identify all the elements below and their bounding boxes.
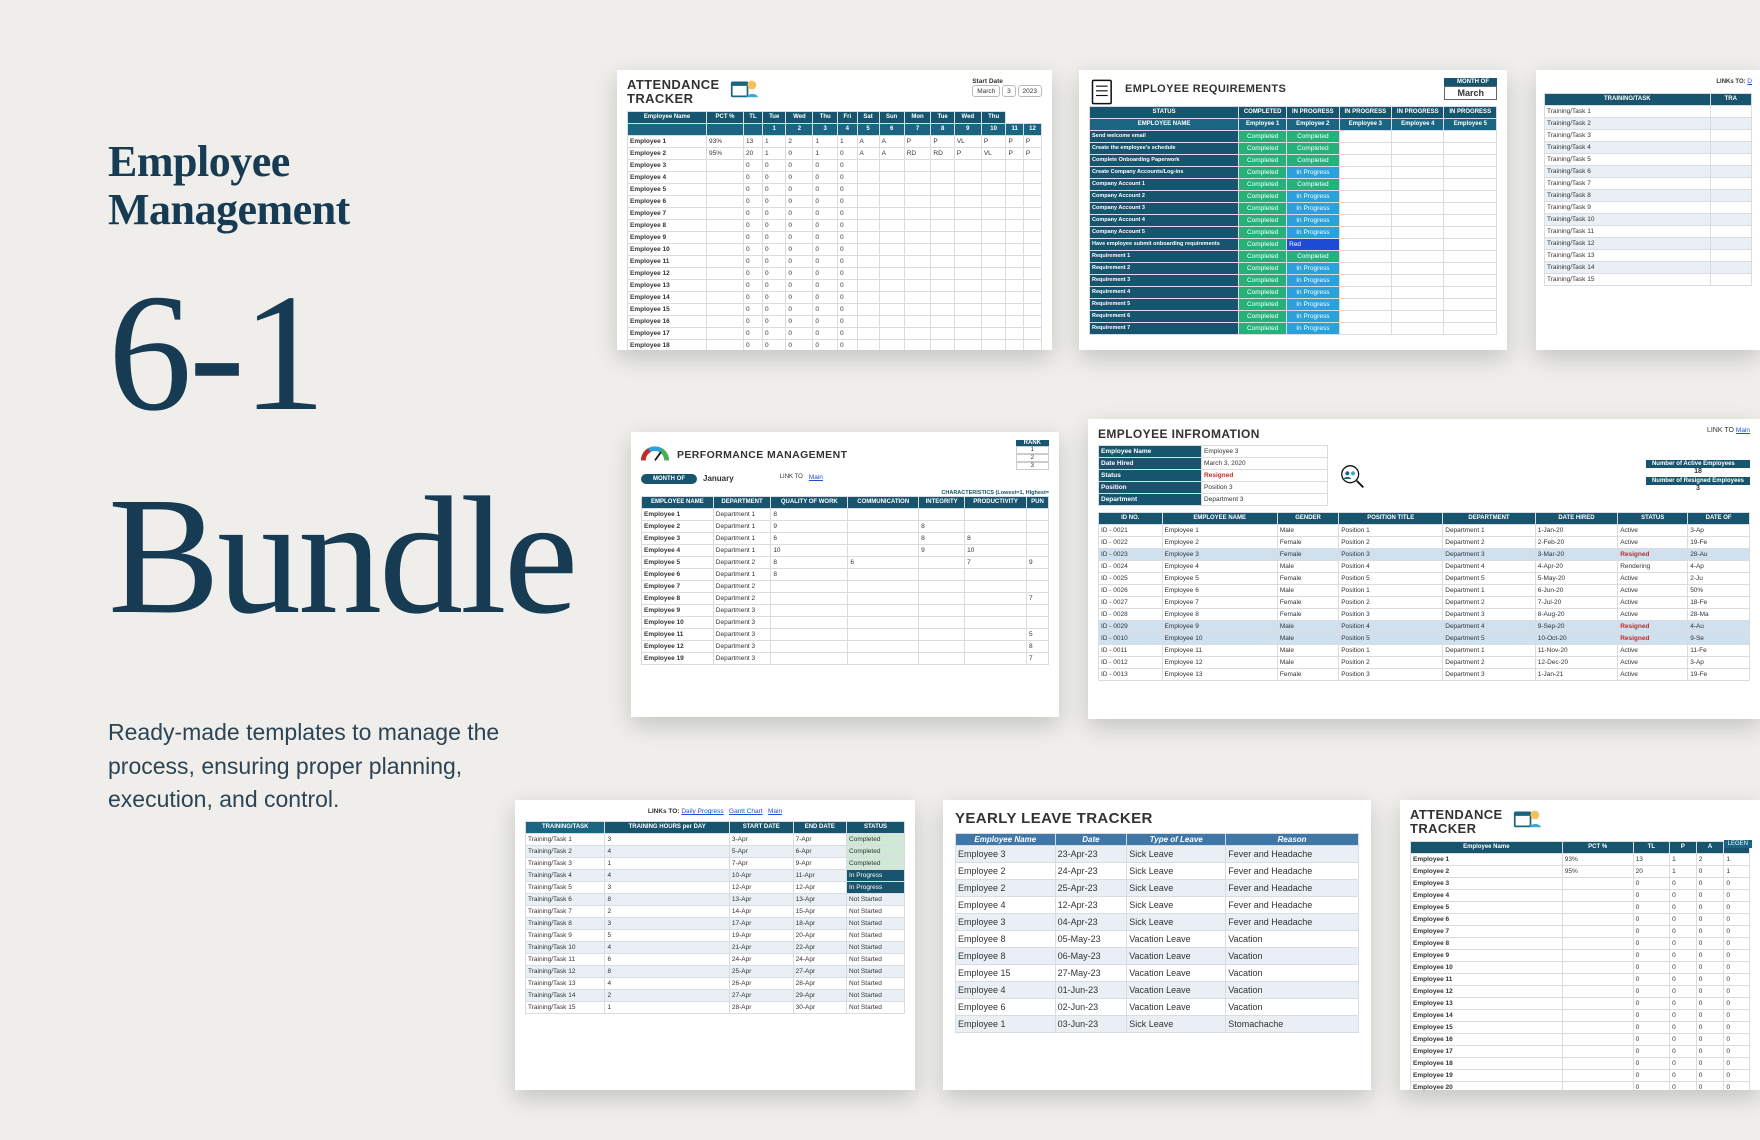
start-date-label: Start Date [972, 78, 1042, 85]
daily-progress-link[interactable]: Daily Progress [681, 808, 723, 815]
stage: Employee Management 6-1 Bundle Ready-mad… [0, 0, 1760, 1140]
info-title: EMPLOYEE INFROMATION [1098, 427, 1260, 441]
links-to-label: LINKs TO: [1716, 79, 1745, 85]
rank-3: 3 [1016, 462, 1049, 470]
card-training-progress: LINKs TO: Daily Progress Gantt Chart Mai… [515, 800, 915, 1090]
card-training-peek: LINKs TO: D TRAINING/TASKTRATraining/Tas… [1536, 70, 1760, 350]
card-attendance-tracker: ATTENDANCE TRACKER Start Date March 3 20… [617, 70, 1052, 350]
training-bottom-table: TRAINING/TASKTRAINING HOURS per DAYSTART… [525, 821, 905, 1014]
resigned-count: 3 [1646, 485, 1750, 492]
requirements-title: EMPLOYEE REQUIREMENTS [1125, 83, 1286, 95]
hero-text-block: Employee Management 6-1 Bundle Ready-mad… [108, 138, 568, 816]
hero-subtitle: Ready-made templates to manage the proce… [108, 716, 538, 816]
active-count-label: Number of Active Employees [1646, 460, 1750, 468]
link-to-label: LINK TO [780, 474, 803, 484]
active-count: 18 [1646, 468, 1750, 475]
attendance-table: Employee NamePCT %TLTueWedThuFriSatSunMo… [627, 111, 1042, 350]
info-linkto: LINK TO [1707, 427, 1734, 434]
month-of-label: MONTH OF [1444, 78, 1497, 86]
month-of-pill: MONTH OF [641, 474, 697, 484]
hero-small-title-1: Employee [108, 138, 568, 186]
perf-month: January [703, 474, 734, 484]
card-employee-information: EMPLOYEE INFROMATION LINK TO Main Employ… [1088, 419, 1760, 719]
resigned-count-label: Number of Resigned Employees [1646, 477, 1750, 485]
main-link[interactable]: Main [809, 474, 823, 484]
leave-title: YEARLY LEAVE TRACKER [955, 810, 1359, 827]
main-link-2[interactable]: Main [768, 808, 782, 815]
attendance-title: ATTENDANCE TRACKER [627, 78, 720, 105]
card-attendance-small: ATTENDANCE TRACKER Employee NamePCT %TLP… [1400, 800, 1760, 1090]
calendar-user-icon-2 [1513, 808, 1541, 830]
attendance-small-title: ATTENDANCE TRACKER [1410, 808, 1503, 835]
gantt-chart-link[interactable]: Gantt Chart [729, 808, 763, 815]
rank-1: 1 [1016, 446, 1049, 454]
card-performance-management: PERFORMANCE MANAGEMENT RANK 1 2 3 MONTH … [631, 432, 1059, 717]
performance-title: PERFORMANCE MANAGEMENT [677, 449, 847, 461]
magnifier-people-icon [1338, 463, 1368, 489]
info-main-link[interactable]: Main [1736, 427, 1750, 434]
performance-table: CHARACTERISTICS (Lowest=1, HIghest=EMPLO… [641, 490, 1049, 665]
hero-small-title-2: Management [108, 186, 568, 234]
info-table: ID NO.EMPLOYEE NAMEGENDERPOSITION TITLED… [1098, 512, 1750, 681]
attendance-small-table: Employee NamePCT %TLPALEmployee 193%1312… [1410, 841, 1750, 1090]
gauge-icon [641, 444, 669, 466]
calendar-user-icon [730, 78, 758, 100]
start-year: 2023 [1018, 85, 1042, 97]
start-month: March [972, 85, 1000, 97]
card-employee-requirements: EMPLOYEE REQUIREMENTS MONTH OF March STA… [1079, 70, 1507, 350]
training-top-table: TRAINING/TASKTRATraining/Task 1Training/… [1544, 93, 1752, 286]
hero-big-2: Bundle [108, 474, 568, 639]
document-checklist-icon [1089, 78, 1117, 100]
start-day: 3 [1002, 85, 1016, 97]
requirements-month: March [1444, 86, 1497, 100]
hero-big-1: 6-1 [108, 271, 568, 436]
leave-table: Employee NameDateType of LeaveReasonEmpl… [955, 833, 1359, 1033]
rank-2: 2 [1016, 454, 1049, 462]
training-links-label: LINKs TO: [648, 808, 680, 815]
card-yearly-leave-tracker: YEARLY LEAVE TRACKER Employee NameDateTy… [943, 800, 1371, 1090]
requirements-table: STATUSCOMPLETEDIN PROGRESSIN PROGRESSIN … [1089, 106, 1497, 335]
